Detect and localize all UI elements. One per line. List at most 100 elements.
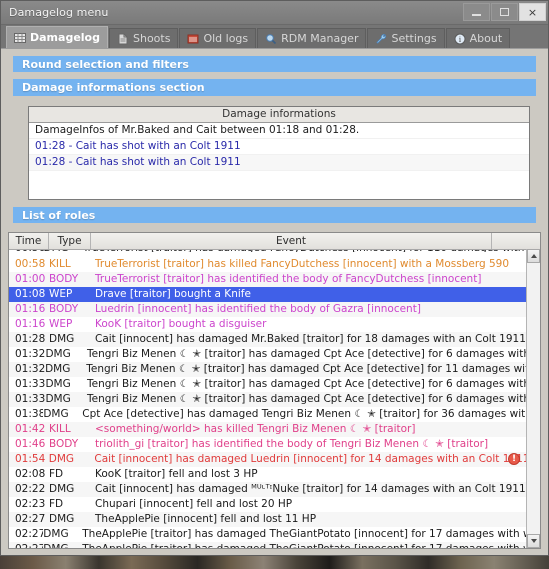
cell-type: FD — [49, 468, 64, 481]
cell-event: triolith_gi [traitor] has identified the… — [95, 438, 489, 451]
cell-event: Cpt Ace [detective] has damaged Tengri B… — [82, 408, 526, 421]
table-row[interactable]: 02:27DMGTheApplePie [traitor] has damage… — [9, 542, 526, 548]
scrollbar-track[interactable] — [527, 263, 540, 534]
column-header-time[interactable]: Time — [9, 233, 49, 250]
cell-type: DMG — [43, 408, 69, 421]
table-row[interactable]: 01:54 DMG Cait [innocent] has damaged Lued… — [9, 452, 526, 468]
column-header-event[interactable]: Event — [91, 233, 492, 250]
tab-rdm-manager[interactable]: RDM Manager — [257, 28, 367, 48]
cell-time: 02:22 — [15, 483, 46, 496]
tab-label: Shoots — [132, 32, 171, 45]
cell-event: Tengri Biz Menen ☾ ✭ [traitor] has damag… — [87, 393, 526, 406]
page-icon — [117, 33, 129, 45]
tab-label: Settings — [391, 32, 437, 45]
column-header-type[interactable]: Type — [49, 233, 91, 250]
table-row[interactable]: 02:22 DMG Cait [innocent] has damaged ᴹᵁᶫᵀ… — [9, 482, 526, 498]
cell-time: 01:46 — [15, 438, 46, 451]
search-icon — [265, 33, 277, 45]
table-row[interactable]: 02:27DMGTheApplePie [traitor] has damage… — [9, 527, 526, 542]
cell-event: Luedrin [innocent] has identified the bo… — [95, 303, 421, 316]
table-row[interactable]: 01:32 DMG Tengri Biz Menen ☾ ✭ [traitor] h… — [9, 347, 526, 362]
cell-type: BODY — [49, 273, 79, 286]
scroll-down-button[interactable] — [527, 533, 540, 548]
table-row[interactable]: 01:00 BODY TrueTerrorist [traitor] has ide… — [9, 272, 526, 288]
table-row[interactable]: 02:08 FD KooK [traitor] fell and lost 3 HP — [9, 467, 526, 482]
cell-event: Chupari [innocent] fell and lost 20 HP — [95, 498, 293, 511]
section-damage-informations[interactable]: Damage informations section — [13, 79, 536, 96]
section-round-selection-and-filters[interactable]: Round selection and filters — [13, 56, 536, 73]
tab-strip: Damagelog Shoots Old logs RDM Manager Settin… — [1, 25, 548, 49]
maximize-button[interactable] — [491, 3, 518, 21]
damage-informations-list[interactable]: DamageInfos of Mr.Baked and Cait between… — [29, 123, 529, 171]
table-row[interactable]: 00:56DMGTrueTerrorist [traitor] has dama… — [9, 250, 526, 257]
table-row[interactable]: 01:33 DMG Tengri Biz Menen ☾ ✭ [traitor] h… — [9, 377, 526, 392]
cell-event: TheApplePie [traitor] has damaged TheGia… — [78, 542, 526, 548]
tab-about[interactable]: i About — [445, 28, 511, 48]
cell-event: KooK [traitor] bought a disguiser — [95, 318, 267, 331]
grid-icon — [14, 32, 26, 44]
cell-event: KooK [traitor] fell and lost 3 HP — [95, 468, 258, 481]
cell-time: 01:33 — [15, 393, 46, 406]
cell-type: DMG — [45, 393, 71, 406]
damage-info-line[interactable]: DamageInfos of Mr.Baked and Cait between… — [29, 123, 529, 139]
table-row[interactable]: 01:42 KILL <something/world> has killed Te… — [9, 422, 526, 438]
cell-event: Drave [traitor] bought a Knife — [95, 288, 251, 301]
table-row[interactable]: 01:28 DMG Cait [innocent] has damaged Mr.B… — [9, 332, 526, 348]
tab-label: Old logs — [203, 32, 249, 45]
minimize-button[interactable] — [463, 3, 490, 21]
cell-event: Tengri Biz Menen ☾ ✭ [traitor] has damag… — [86, 363, 526, 376]
table-row[interactable]: 01:08 WEP Drave [traitor] bought a Knife — [9, 287, 526, 303]
table-row[interactable]: 01:16 WEP KooK [traitor] bought a disguise… — [9, 317, 526, 332]
damagelog-window: Damagelog menu × Damagelog Shoots Old logs… — [0, 0, 549, 556]
cell-event: <something/world> has killed Tengri Biz … — [95, 423, 416, 436]
close-button[interactable]: × — [519, 3, 546, 21]
table-row[interactable]: 01:33 DMG Tengri Biz Menen ☾ ✭ [traitor] h… — [9, 392, 526, 408]
tab-label: About — [469, 32, 503, 45]
cell-type: DMG — [48, 453, 75, 466]
cell-event: TrueTerrorist [traitor] has damaged Fanc… — [79, 250, 526, 252]
cell-type: DMG — [43, 528, 69, 541]
tab-old-logs[interactable]: Old logs — [179, 28, 257, 48]
cell-type: KILL — [49, 258, 71, 271]
column-header-spacer — [492, 233, 540, 250]
scroll-up-button[interactable] — [527, 249, 540, 264]
damage-info-line[interactable]: 01:28 - Cait has shot with an Colt 1911 — [29, 154, 529, 171]
table-row[interactable]: 01:46 BODY triolith_gi [traitor] has ident… — [9, 437, 526, 452]
cell-type: BODY — [49, 438, 79, 451]
minimize-icon — [472, 14, 481, 16]
cell-time: 02:23 — [15, 498, 46, 511]
tab-damagelog[interactable]: Damagelog — [6, 26, 108, 48]
event-log-table: Time Type Event 00:56DMGTrueTerrorist [t… — [8, 232, 541, 549]
cell-time: 02:27 — [15, 513, 46, 526]
cell-type: DMG — [49, 483, 75, 496]
section-list-of-roles[interactable]: List of roles — [13, 207, 536, 224]
cell-type: WEP — [49, 288, 73, 301]
window-titlebar[interactable]: Damagelog menu × — [1, 1, 548, 25]
cell-time: 01:38 — [15, 408, 44, 421]
damage-informations-header: Damage informations — [29, 106, 529, 123]
cell-time: 00:58 — [15, 258, 46, 271]
table-row[interactable]: 01:16 BODY Luedrin [innocent] has identifi… — [9, 302, 526, 318]
table-row[interactable]: 00:58 KILL TrueTerrorist [traitor] has kil… — [9, 257, 526, 272]
cell-time: 01:16 — [15, 318, 46, 331]
table-row[interactable]: 02:23 FD Chupari [innocent] fell and lost … — [9, 497, 526, 512]
cell-event: TrueTerrorist [traitor] has identified t… — [95, 273, 482, 286]
cell-type: KILL — [49, 423, 71, 436]
cell-type: DMG — [49, 333, 75, 346]
cell-time: 01:32 — [15, 363, 46, 376]
cell-time: 00:56 — [9, 250, 44, 252]
tab-settings[interactable]: Settings — [367, 28, 445, 48]
cell-time: 01:33 — [15, 378, 46, 391]
table-row[interactable]: 02:27 DMG TheApplePie [innocent] fell and … — [9, 512, 526, 528]
cell-time: 02:27 — [15, 528, 44, 541]
damage-info-line[interactable]: 01:28 - Cait has shot with an Colt 1911 — [29, 139, 529, 155]
tab-shoots[interactable]: Shoots — [108, 28, 179, 48]
table-row[interactable]: 01:32 DMG Tengri Biz Menen ☾ ✭ [traitor] h… — [9, 362, 526, 378]
table-header-row: Time Type Event — [9, 233, 540, 251]
vertical-scrollbar[interactable] — [526, 249, 540, 548]
table-row[interactable]: 01:38 DMG Cpt Ace [detective] has damaged … — [9, 407, 526, 422]
cell-type: DMG — [49, 513, 75, 526]
wrench-icon — [375, 33, 387, 45]
chevron-up-icon — [530, 254, 537, 259]
cell-type: DMG — [45, 378, 71, 391]
